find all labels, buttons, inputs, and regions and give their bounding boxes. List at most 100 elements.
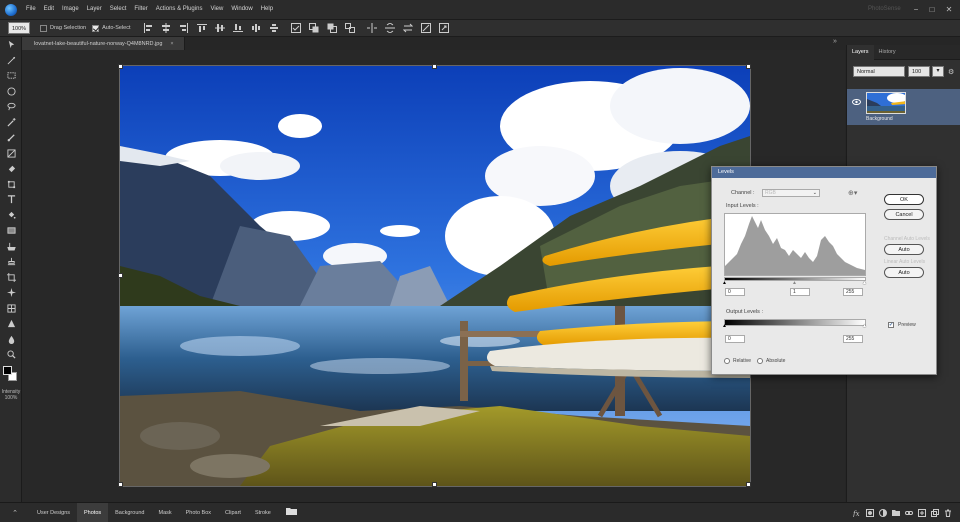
preview-checkbox[interactable]: ✔ Preview (888, 322, 916, 328)
opacity-field[interactable]: 100 (908, 66, 930, 77)
maximize-button[interactable]: □ (924, 0, 940, 19)
brush-icon[interactable] (0, 130, 22, 146)
mask-icon[interactable] (863, 503, 876, 522)
input-gamma-field[interactable]: 1 (790, 288, 810, 296)
menu-view[interactable]: View (206, 0, 227, 19)
menu-file[interactable]: File (22, 0, 40, 19)
menu-help[interactable]: Help (257, 0, 277, 19)
space-vertical-icon[interactable] (383, 21, 397, 35)
link-icon[interactable] (902, 503, 915, 522)
opacity-dropdown-icon[interactable]: ▾ (932, 66, 944, 77)
drag-selection-checkbox[interactable]: Drag Selection (40, 24, 86, 32)
arrange-backward-icon[interactable] (325, 21, 339, 35)
healing-icon[interactable] (0, 285, 22, 301)
menu-window[interactable]: Window (227, 0, 256, 19)
tab-history[interactable]: History (874, 45, 901, 60)
distribute-v-icon[interactable] (267, 21, 281, 35)
lasso-icon[interactable] (0, 99, 22, 115)
blend-mode-select[interactable]: Normal (853, 66, 905, 77)
ellipse-marquee-icon[interactable] (0, 84, 22, 100)
eyedropper-options-icon[interactable]: ⊕▾ (848, 189, 857, 197)
input-black-slider-handle[interactable]: ▲ (722, 280, 727, 286)
linear-auto-button[interactable]: Auto (884, 267, 924, 278)
transform-handle[interactable] (118, 64, 123, 69)
menu-actions-plugins[interactable]: Actions & Plugins (152, 0, 207, 19)
relative-radio[interactable]: Relative (724, 358, 751, 364)
duplicate-layer-icon[interactable] (928, 503, 941, 522)
clone-icon[interactable] (0, 301, 22, 317)
input-white-field[interactable]: 255 (843, 288, 863, 296)
crop-frame-icon[interactable] (0, 146, 22, 162)
document-tab[interactable]: lovatnet-lake-beautiful-nature-norway-Q4… (22, 37, 185, 50)
crop-icon[interactable] (0, 270, 22, 286)
transform-handle[interactable] (118, 273, 123, 278)
new-layer-icon[interactable] (915, 503, 928, 522)
swap-icon[interactable] (401, 21, 415, 35)
layer-row-background[interactable]: Background (847, 89, 960, 125)
zoom-level-field[interactable]: 100% (8, 22, 30, 34)
eye-icon[interactable] (852, 99, 861, 107)
output-white-field[interactable]: 255 (843, 335, 863, 343)
input-white-slider-handle[interactable]: ▲ (862, 280, 867, 286)
transform-handle[interactable] (118, 482, 123, 487)
channel-auto-button[interactable]: Auto (884, 244, 924, 255)
intensity-value[interactable]: 100% (0, 395, 22, 401)
output-black-field[interactable]: 0 (725, 335, 745, 343)
auto-select-checkbox[interactable]: Auto-Select (92, 24, 131, 32)
tab-background[interactable]: Background (108, 503, 151, 522)
arrange-forward-icon[interactable] (307, 21, 321, 35)
rect-marquee-icon[interactable] (0, 68, 22, 84)
fx-icon[interactable]: fx (850, 503, 863, 522)
menu-select[interactable]: Select (106, 0, 131, 19)
commit-icon[interactable] (289, 21, 303, 35)
move-tool-icon[interactable] (0, 37, 22, 53)
transform-handle[interactable] (432, 64, 437, 69)
align-top-icon[interactable] (195, 21, 209, 35)
zoom-icon[interactable] (0, 347, 22, 363)
transform-handle[interactable] (746, 64, 751, 69)
trash-icon[interactable] (941, 503, 954, 522)
magic-wand-icon[interactable] (0, 115, 22, 131)
close-window-button[interactable]: ✕ (941, 0, 957, 19)
expand-up-icon[interactable]: ⌃ (0, 509, 30, 517)
settings-gear-icon[interactable]: ⚙ (948, 68, 954, 76)
paint-bucket-icon[interactable] (0, 208, 22, 224)
stamp-icon[interactable] (0, 254, 22, 270)
tab-stroke[interactable]: Stroke (248, 503, 278, 522)
menu-edit[interactable]: Edit (40, 0, 58, 19)
tab-photo-box[interactable]: Photo Box (179, 503, 218, 522)
tab-mask[interactable]: Mask (152, 503, 179, 522)
align-bottom-icon[interactable] (231, 21, 245, 35)
blur-drop-icon[interactable] (0, 332, 22, 348)
tab-user-designs[interactable]: User Designs (30, 503, 77, 522)
adjustment-icon[interactable] (876, 503, 889, 522)
tab-photos[interactable]: Photos (77, 502, 109, 522)
smudge-icon[interactable] (0, 239, 22, 255)
align-center-h-icon[interactable] (159, 21, 173, 35)
pen-tool-icon[interactable] (0, 53, 22, 69)
group-icon[interactable] (889, 503, 902, 522)
transform-handle[interactable] (746, 482, 751, 487)
align-left-icon[interactable] (141, 21, 155, 35)
space-horizontal-icon[interactable] (365, 21, 379, 35)
document-image[interactable] (119, 65, 751, 487)
text-tool-icon[interactable] (0, 192, 22, 208)
input-gamma-slider-handle[interactable]: ▲ (792, 280, 797, 286)
color-swatches[interactable] (0, 363, 22, 389)
cancel-button[interactable]: Cancel (884, 209, 924, 220)
tab-clipart[interactable]: Clipart (218, 503, 248, 522)
bring-front-icon[interactable] (343, 21, 357, 35)
minimize-button[interactable]: − (908, 0, 924, 19)
input-black-field[interactable]: 0 (725, 288, 745, 296)
output-black-slider-handle[interactable]: ▲ (722, 323, 727, 329)
channel-select[interactable]: RGB ⌄ (762, 189, 820, 197)
flip-icon[interactable] (419, 21, 433, 35)
rotate-icon[interactable] (437, 21, 451, 35)
sharpen-icon[interactable] (0, 316, 22, 332)
document-close-icon[interactable]: × (170, 41, 173, 47)
gradient-icon[interactable] (0, 223, 22, 239)
transform-icon[interactable] (0, 177, 22, 193)
menu-image[interactable]: Image (58, 0, 83, 19)
tab-layers[interactable]: Layers (847, 44, 874, 60)
transform-handle[interactable] (432, 482, 437, 487)
